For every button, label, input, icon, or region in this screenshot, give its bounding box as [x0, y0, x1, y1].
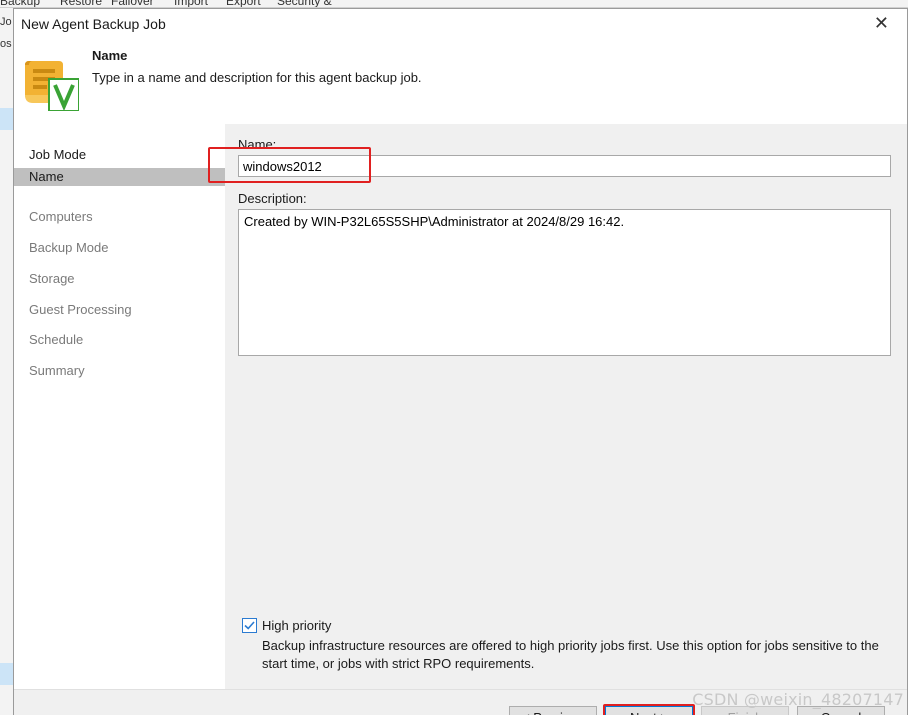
previous-button[interactable]: < Previous	[509, 706, 597, 715]
dialog-titlebar: New Agent Backup Job ✕	[14, 9, 907, 39]
scroll-v-icon	[19, 51, 80, 112]
wizard-header: Name Type in a name and description for …	[14, 39, 907, 124]
nav-item-summary[interactable]: Summary	[14, 362, 225, 380]
ribbon-tab-restore[interactable]: Restore	[60, 0, 102, 7]
new-agent-backup-job-dialog: New Agent Backup Job ✕ Name Type in a na…	[13, 8, 908, 715]
step-title: Name	[92, 48, 128, 63]
nav-item-backup-mode[interactable]: Backup Mode	[14, 239, 225, 257]
high-priority-description: Backup infrastructure resources are offe…	[262, 638, 879, 671]
name-field[interactable]	[238, 155, 891, 177]
ribbon-tab-security[interactable]: Security &	[277, 0, 332, 7]
nav-item-storage[interactable]: Storage	[14, 270, 225, 288]
ribbon-tab-export[interactable]: Export	[226, 0, 261, 7]
nav-item-schedule[interactable]: Schedule	[14, 331, 225, 349]
description-field[interactable]: Created by WIN-P32L65S5SHP\Administrator…	[238, 209, 891, 356]
background-sidebar: Jo os	[0, 8, 13, 715]
background-selected-row	[0, 108, 13, 130]
high-priority-checkbox[interactable]	[242, 618, 257, 633]
ribbon-tab-import[interactable]: Import	[174, 0, 208, 7]
dialog-title: New Agent Backup Job	[21, 16, 166, 32]
wizard-steps-nav: Job Mode Name Computers Backup Mode Stor…	[14, 124, 225, 689]
high-priority-label[interactable]: High priority	[262, 618, 331, 633]
nav-item-name[interactable]: Name	[14, 168, 225, 186]
ribbon-tab-backup[interactable]: Backup	[0, 0, 40, 7]
close-icon[interactable]: ✕	[874, 13, 889, 34]
nav-item-job-mode[interactable]: Job Mode	[14, 146, 225, 164]
checkmark-icon	[244, 621, 255, 630]
name-label: Name:	[238, 137, 277, 152]
background-ribbon: Backup Restore Failover Import Export Se…	[0, 0, 908, 8]
nav-item-computers[interactable]: Computers	[14, 208, 225, 226]
next-button[interactable]: Next >	[605, 706, 693, 715]
background-selected-row	[0, 663, 13, 685]
description-label: Description:	[238, 191, 307, 206]
step-subtitle: Type in a name and description for this …	[92, 70, 422, 85]
background-label: os	[0, 38, 12, 50]
background-label: Jo	[0, 16, 12, 28]
ribbon-tab-failover[interactable]: Failover	[111, 0, 154, 7]
step-content: Name: Description: Created by WIN-P32L65…	[208, 124, 907, 689]
nav-item-guest-processing[interactable]: Guest Processing	[14, 301, 225, 319]
watermark: CSDN @weixin_48207147	[692, 690, 904, 709]
